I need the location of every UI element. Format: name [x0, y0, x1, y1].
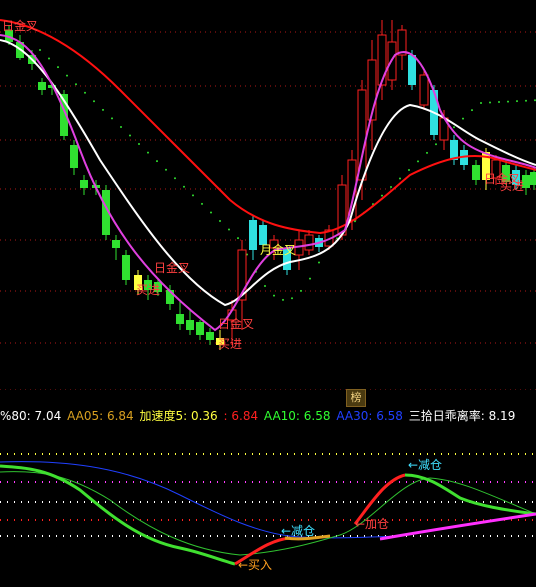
sub-label-add: ←加仓	[355, 517, 389, 531]
label-buy-a: 买进	[136, 283, 160, 297]
candle	[450, 135, 458, 165]
indicator-3: : 6.84	[223, 409, 262, 423]
indicator-6: 三拾日乖离率: 8.19	[408, 409, 516, 423]
candle	[472, 160, 480, 185]
candle	[122, 250, 130, 285]
label-monthly-cross: 月金叉	[260, 242, 296, 257]
indicator-4: AA10: 6.58	[263, 409, 335, 423]
ma-dot	[84, 91, 86, 94]
ma-dot	[516, 100, 518, 103]
ma-dot	[111, 117, 113, 120]
ma-dot	[192, 194, 194, 197]
label-buy-b: 买进	[218, 337, 242, 351]
tab-bang[interactable]: 榜	[346, 389, 366, 407]
candle	[304, 230, 314, 255]
ma-white-line	[0, 39, 536, 307]
ma-dot	[48, 57, 50, 60]
label-golden-cross-2: 日金叉	[218, 316, 254, 331]
indicator-2: 加速度5: 0.36	[139, 409, 222, 423]
candle	[38, 78, 46, 95]
ma-dot	[219, 220, 221, 222]
ma-dot	[399, 177, 401, 180]
label-buy-c: 买进	[500, 179, 524, 193]
ma-dot	[183, 185, 185, 188]
ma-dot	[66, 74, 68, 77]
ma-dot	[498, 101, 500, 104]
ma-dot	[408, 168, 410, 171]
ma-dot	[309, 277, 311, 280]
osc-magenta	[379, 512, 536, 541]
ma-dot	[264, 284, 266, 287]
candle	[196, 320, 204, 340]
ma-dot	[273, 294, 275, 297]
ma-dot	[129, 134, 131, 137]
indicator-bar: %80: 7.04 AA05: 6.84 加速度5: 0.36 : 6.84 A…	[0, 406, 536, 426]
candlesticks	[5, 20, 536, 350]
grid-lines	[0, 31, 536, 390]
ma-dot	[318, 261, 320, 264]
ma-dot	[237, 237, 239, 240]
ma-dot	[453, 126, 455, 129]
osc-blue-line	[0, 461, 401, 539]
ma-dot	[93, 100, 95, 103]
ma-dot	[480, 101, 482, 104]
ma-dot	[201, 202, 203, 205]
ma-dot	[471, 109, 473, 112]
candle	[530, 168, 536, 190]
indicator-1: AA05: 6.84	[67, 409, 138, 423]
sub-label-buy: ←买入	[238, 558, 272, 572]
sub-label-reduce-top: ←减仓	[408, 458, 442, 472]
candle	[249, 215, 257, 260]
sub-label-reduce-low: ←减仓	[281, 524, 315, 538]
ma-dot	[165, 168, 167, 171]
ma-dot	[291, 297, 293, 300]
ma-dot	[417, 160, 419, 163]
ma-dot	[381, 194, 383, 197]
candle	[112, 235, 120, 260]
ma-dot	[39, 49, 41, 51]
indicator-5: AA30: 6.58	[336, 409, 407, 423]
ma-dot	[228, 228, 230, 231]
candle	[397, 25, 407, 70]
ma-dot	[525, 99, 527, 102]
price-chart[interactable]: 日金叉 日金叉 买进 日金叉 买进 月金叉 日金叉 买进	[0, 0, 536, 390]
osc-green-after	[404, 473, 536, 516]
ma-dot	[462, 117, 464, 120]
candle	[294, 230, 304, 270]
candle	[186, 310, 194, 335]
ma-dot	[300, 289, 302, 292]
ma-dot	[75, 83, 77, 86]
candle	[70, 140, 78, 175]
oscillator-chart[interactable]: ←减仓 ←减仓 ←加仓 ←买入	[0, 440, 536, 587]
label-golden-cross-1: 日金叉	[154, 260, 190, 275]
ma-dot	[282, 298, 284, 301]
candle	[206, 328, 214, 345]
osc-green-thin	[0, 471, 536, 556]
ma-dot	[147, 151, 149, 154]
ma-dot	[435, 143, 437, 146]
ma-dot	[120, 125, 122, 128]
ma-dot	[102, 108, 104, 111]
ma-dot	[507, 100, 509, 103]
ma-dot	[156, 160, 158, 163]
ma-dot	[210, 211, 212, 214]
ma-dot	[138, 143, 140, 146]
candle	[80, 175, 88, 195]
osc-green-thick	[0, 464, 236, 566]
label-top-left: 日金叉	[2, 18, 38, 33]
indicator-0: %80: 7.04	[0, 409, 66, 423]
ma-dot	[426, 151, 428, 154]
ma-dot	[489, 101, 491, 104]
candle	[367, 40, 377, 150]
ma-dot	[390, 186, 392, 189]
ma-dot	[57, 66, 59, 69]
ma-dot	[174, 177, 176, 180]
